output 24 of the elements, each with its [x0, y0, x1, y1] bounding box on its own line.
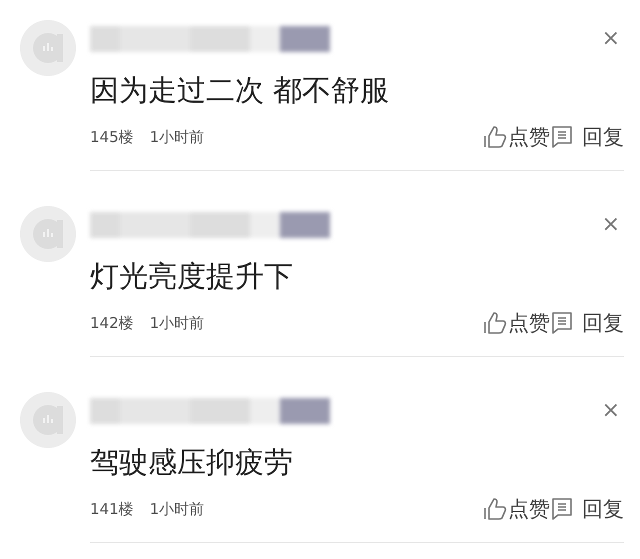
comment-text: 驾驶感压抑疲劳: [90, 444, 294, 481]
like-button[interactable]: 点赞: [508, 495, 550, 523]
floor-number: 141楼: [90, 500, 134, 518]
comment-icon[interactable]: [550, 496, 574, 522]
comment-time: 1小时前: [150, 500, 204, 518]
comment-icon[interactable]: [550, 124, 574, 150]
like-button[interactable]: 点赞: [508, 309, 550, 337]
comment-time: 1小时前: [150, 314, 204, 332]
reply-button[interactable]: 回复: [582, 495, 624, 523]
comment-icon[interactable]: [550, 310, 574, 336]
close-button[interactable]: ×: [602, 400, 620, 422]
like-button[interactable]: 点赞: [508, 123, 550, 151]
comment-text: 因为走过二次 都不舒服: [90, 72, 390, 109]
reply-button[interactable]: 回复: [582, 309, 624, 337]
floor-number: 142楼: [90, 314, 134, 332]
thumbs-up-icon[interactable]: [482, 124, 508, 150]
close-button[interactable]: ×: [602, 28, 620, 50]
close-button[interactable]: ×: [602, 214, 620, 236]
thumbs-up-icon[interactable]: [482, 310, 508, 336]
reply-button[interactable]: 回复: [582, 123, 624, 151]
comment-time: 1小时前: [150, 128, 204, 146]
comment-text: 灯光亮度提升下: [90, 258, 294, 295]
thumbs-up-icon[interactable]: [482, 496, 508, 522]
floor-number: 145楼: [90, 128, 134, 146]
